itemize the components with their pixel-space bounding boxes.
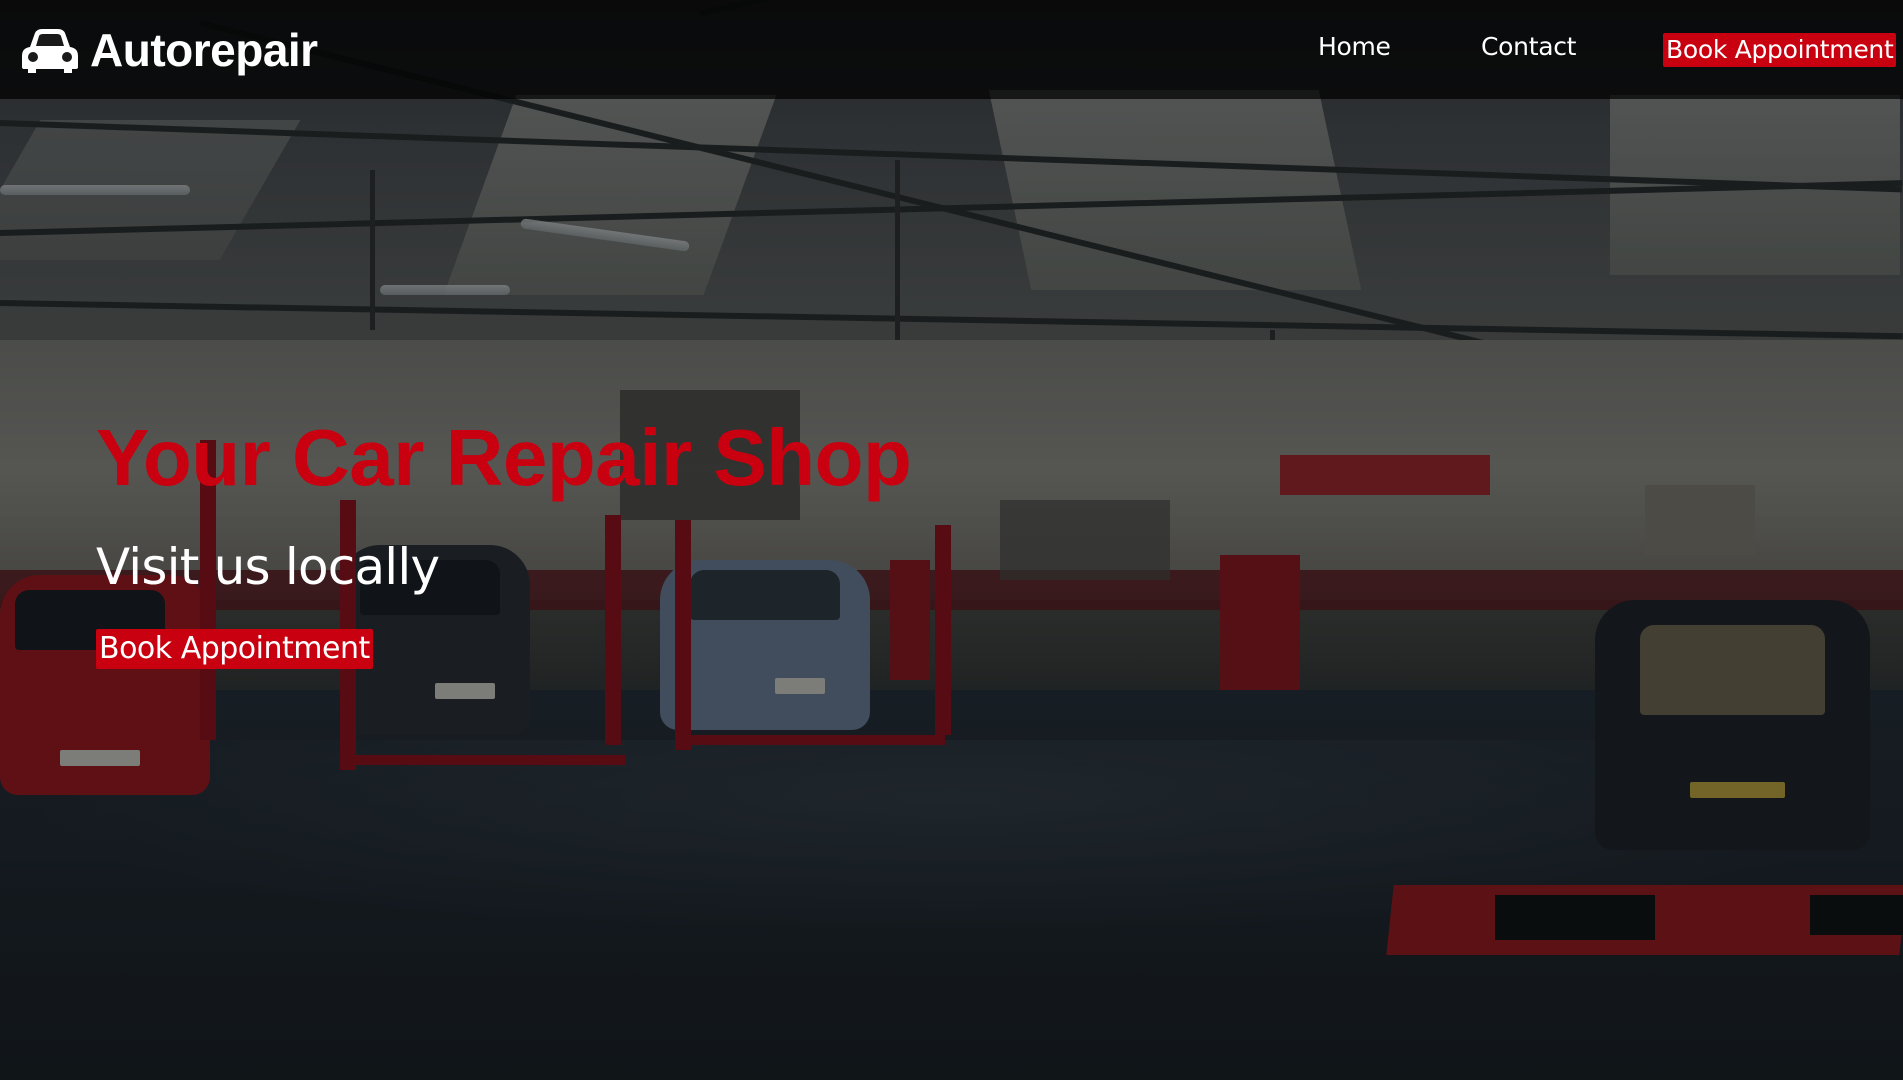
- brand-logo-link[interactable]: Autorepair: [20, 22, 318, 78]
- hero-subtitle: Visit us locally: [96, 538, 440, 596]
- nav-link-contact[interactable]: Contact: [1481, 32, 1576, 61]
- brand-name: Autorepair: [90, 24, 318, 76]
- top-navbar: Autorepair Home Contact Book Appointment: [0, 0, 1903, 99]
- hero-title: Your Car Repair Shop: [96, 413, 912, 502]
- hero-section: Autorepair Home Contact Book Appointment…: [0, 0, 1903, 1080]
- car-icon: [20, 27, 80, 73]
- nav-book-appointment-button[interactable]: Book Appointment: [1663, 33, 1897, 67]
- hero-book-appointment-button[interactable]: Book Appointment: [96, 629, 373, 669]
- nav-link-home[interactable]: Home: [1318, 32, 1391, 61]
